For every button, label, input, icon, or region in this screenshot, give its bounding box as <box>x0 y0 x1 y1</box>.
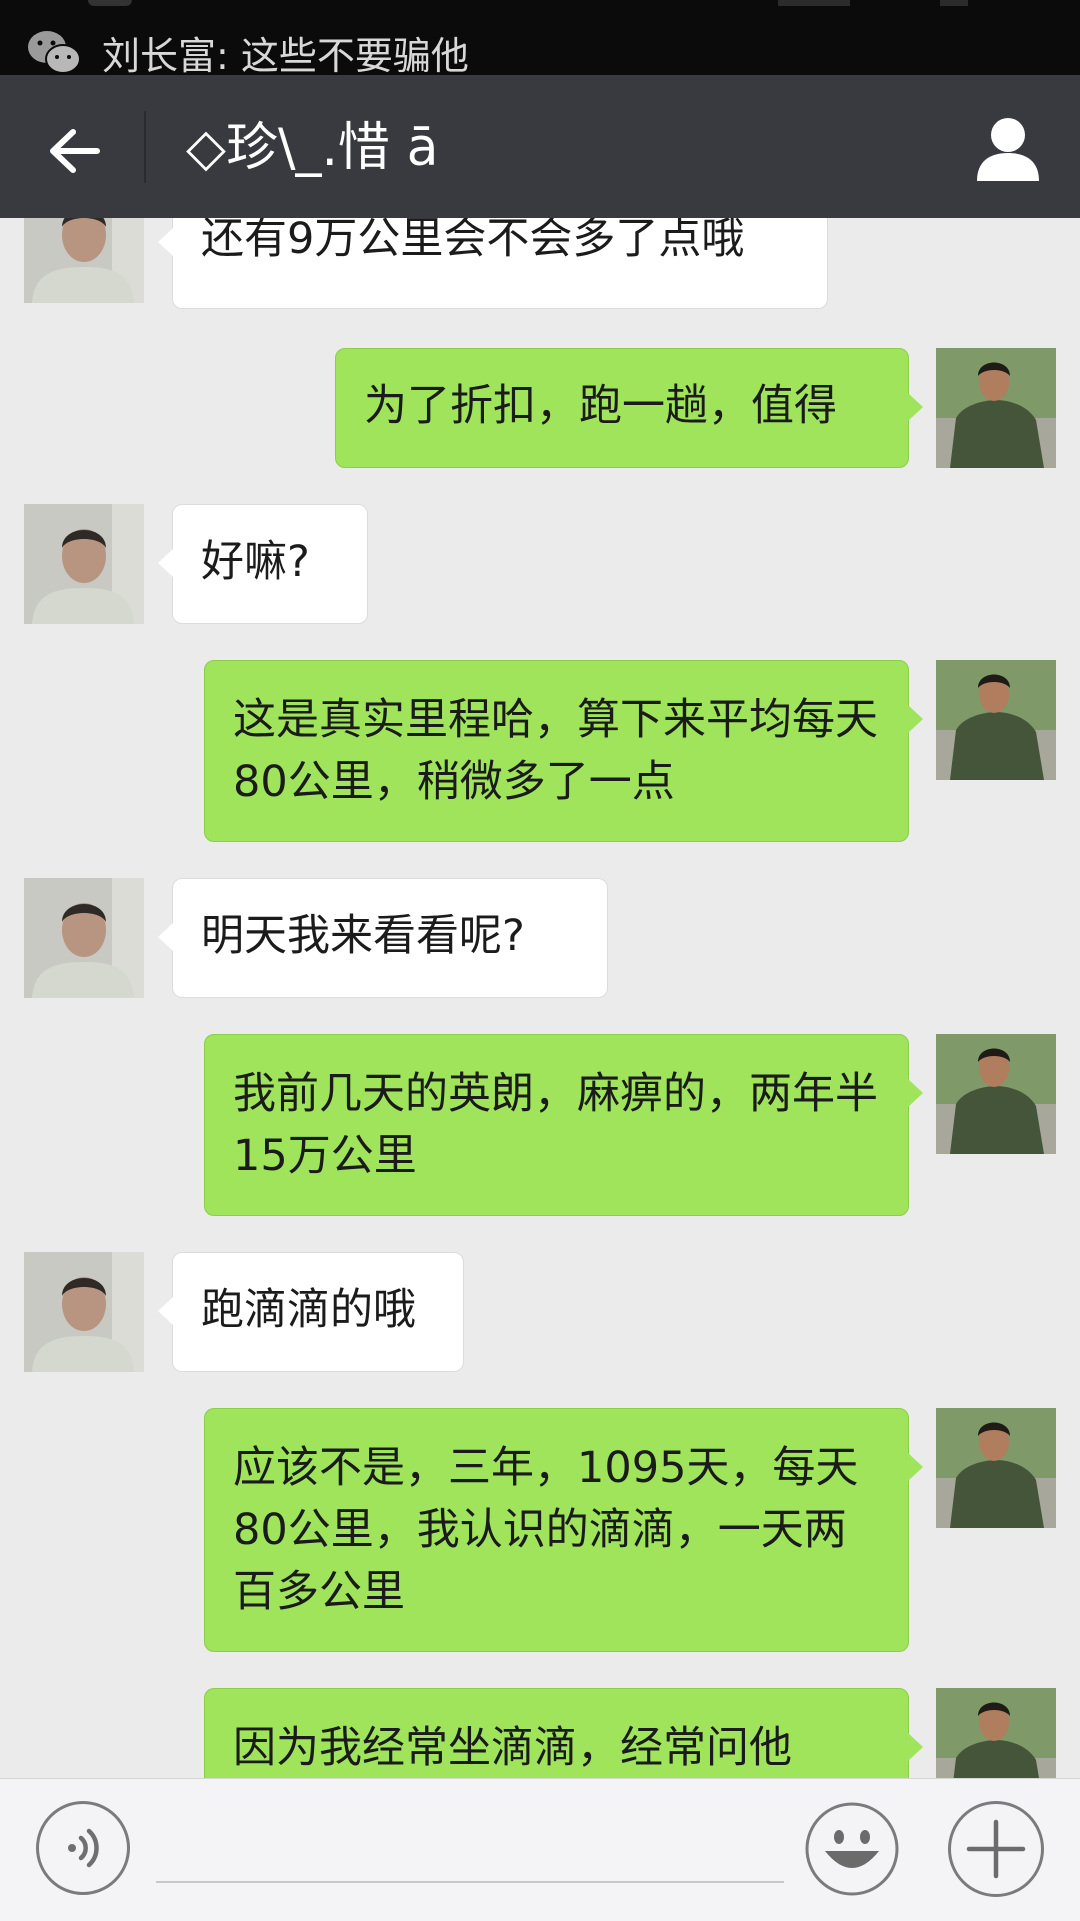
message-sent: 应该不是，三年，1095天，每天80公里，我认识的滴滴，一天两百多公里 <box>0 1408 1080 1658</box>
message-received: 好嘛? <box>0 504 1080 634</box>
notification-text: 刘长富: 这些不要骗他 <box>102 34 469 75</box>
message-text: 还有9万公里会不会多了点哦 <box>201 218 745 264</box>
message-sent: 我前几天的英朗，麻痹的，两年半15万公里 <box>0 1034 1080 1224</box>
message-bubble[interactable]: 因为我经常坐滴滴，经常问他 <box>204 1688 923 1778</box>
back-arrow-icon <box>50 129 100 173</box>
contact-avatar[interactable] <box>24 1252 144 1372</box>
my-avatar[interactable] <box>936 660 1056 780</box>
wechat-icon <box>28 31 81 74</box>
message-bubble[interactable]: 明天我来看看呢? <box>158 878 608 998</box>
my-avatar[interactable] <box>936 1688 1056 1778</box>
title-divider <box>144 111 146 183</box>
message-bubble[interactable]: 我前几天的英朗，麻痹的，两年半15万公里 <box>204 1034 923 1216</box>
message-text: 跑滴滴的哦 <box>201 1285 416 1335</box>
message-text: 因为我经常坐滴滴，经常问他 <box>233 1723 792 1773</box>
status-bar-remnant <box>778 0 850 6</box>
my-avatar[interactable] <box>936 1408 1056 1528</box>
user-profile-icon <box>977 118 1039 181</box>
voice-icon <box>68 1828 99 1868</box>
message-sent: 这是真实里程哈，算下来平均每天80公里，稍微多了一点 <box>0 660 1080 850</box>
message-sent: 因为我经常坐滴滴，经常问他 <box>0 1688 1080 1778</box>
message-bubble[interactable]: 好嘛? <box>158 504 368 624</box>
status-bar-remnant <box>88 0 132 6</box>
message-text: 为了折扣，跑一趟，值得 <box>364 381 837 431</box>
message-received: 跑滴滴的哦 <box>0 1252 1080 1382</box>
chat-title: ◇珍\_.惜 ā <box>186 118 439 178</box>
emoji-button[interactable] <box>804 1801 900 1897</box>
plus-icon <box>966 1819 1026 1879</box>
message-text: 应该不是，三年，1095天，每天80公里，我认识的滴滴，一天两百多公里 <box>233 1443 859 1617</box>
status-bar-remnant <box>940 0 968 6</box>
back-button[interactable] <box>34 111 114 191</box>
contact-avatar[interactable] <box>24 218 144 303</box>
my-avatar[interactable] <box>936 348 1056 468</box>
message-bubble[interactable]: 为了折扣，跑一趟，值得 <box>335 348 923 468</box>
message-received: 明天我来看看呢? <box>0 878 1080 1008</box>
message-text: 我前几天的英朗，麻痹的，两年半15万公里 <box>233 1069 878 1181</box>
message-bubble[interactable]: 这是真实里程哈，算下来平均每天80公里，稍微多了一点 <box>204 660 923 842</box>
message-text: 这是真实里程哈，算下来平均每天80公里，稍微多了一点 <box>233 695 878 807</box>
message-bubble[interactable]: 应该不是，三年，1095天，每天80公里，我认识的滴滴，一天两百多公里 <box>204 1408 923 1652</box>
message-bubble[interactable]: 跑滴滴的哦 <box>158 1252 464 1372</box>
more-button[interactable] <box>948 1801 1044 1897</box>
message-list[interactable]: 还有9万公里会不会多了点哦 为了折扣，跑一趟，值得 好嘛? 这是真实里程哈，算下… <box>0 218 1080 1778</box>
message-text: 明天我来看看呢? <box>201 911 525 961</box>
message-sent: 为了折扣，跑一趟，值得 <box>0 348 1080 478</box>
message-received: 还有9万公里会不会多了点哦 <box>0 218 1080 333</box>
message-input[interactable] <box>156 1809 784 1883</box>
emoji-icon <box>805 1802 899 1896</box>
chat-input-bar <box>0 1778 1080 1921</box>
message-bubble[interactable]: 还有9万公里会不会多了点哦 <box>158 218 828 309</box>
voice-button[interactable] <box>36 1801 130 1895</box>
contact-avatar[interactable] <box>24 504 144 624</box>
chat-title-bar: ◇珍\_.惜 ā <box>0 75 1080 218</box>
my-avatar[interactable] <box>936 1034 1056 1154</box>
message-text: 好嘛? <box>201 537 310 587</box>
notification-bar[interactable]: 刘长富: 这些不要骗他 <box>0 0 1080 75</box>
chat-info-button[interactable] <box>968 109 1048 189</box>
contact-avatar[interactable] <box>24 878 144 998</box>
